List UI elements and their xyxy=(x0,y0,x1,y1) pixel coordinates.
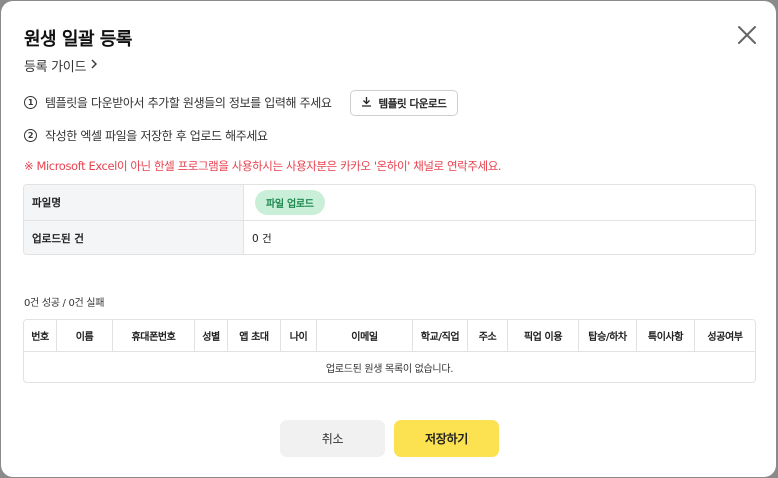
step-number: 2 xyxy=(24,129,37,142)
modal-title: 원생 일괄 등록 xyxy=(24,29,132,50)
cancel-button[interactable]: 취소 xyxy=(280,420,385,457)
step-2: 2 작성한 엑셀 파일을 저장한 후 업로드 해주세요 xyxy=(24,127,268,144)
student-table: 번호 이름 휴대폰번호 성별 앱 초대 나이 이메일 학교/직업 주소 픽업 이… xyxy=(23,319,756,383)
uploaded-count-label: 업로드된 건 xyxy=(24,221,244,254)
column-header: 나이 xyxy=(281,320,317,351)
download-icon xyxy=(361,96,372,110)
result-summary: 0건 성공 / 0건 실패 xyxy=(24,298,105,309)
column-header: 번호 xyxy=(24,320,57,351)
empty-table-message: 업로드된 원생 목록이 없습니다. xyxy=(325,363,454,375)
file-info-table: 파일명 파일 업로드 업로드된 건 0 건 xyxy=(23,184,756,255)
column-header: 앱 초대 xyxy=(228,320,281,351)
column-header: 이름 xyxy=(57,320,113,351)
column-header: 특이사항 xyxy=(637,320,695,351)
registration-guide-link[interactable]: 등록 가이드 xyxy=(24,56,98,75)
column-header: 주소 xyxy=(468,320,508,351)
table-header-row: 번호 이름 휴대폰번호 성별 앱 초대 나이 이메일 학교/직업 주소 픽업 이… xyxy=(24,320,755,352)
file-name-label: 파일명 xyxy=(24,185,244,220)
step-number: 1 xyxy=(24,96,37,109)
column-header: 탑승/하차 xyxy=(579,320,637,351)
column-header: 이메일 xyxy=(317,320,413,351)
column-header: 픽업 이용 xyxy=(508,320,579,351)
hancell-notice: ※ Microsoft Excel이 아닌 한셀 프로그램을 사용하시는 사용자… xyxy=(24,159,502,173)
step-1: 1 템플릿을 다운받아서 추가할 원생들의 정보를 입력해 주세요 xyxy=(24,94,332,111)
template-download-button[interactable]: 템플릿 다운로드 xyxy=(350,90,458,116)
save-button[interactable]: 저장하기 xyxy=(394,420,499,457)
column-header: 학교/직업 xyxy=(413,320,468,351)
column-header: 성별 xyxy=(195,320,228,351)
guide-label: 등록 가이드 xyxy=(24,60,87,75)
file-upload-button[interactable]: 파일 업로드 xyxy=(255,190,325,215)
chevron-right-icon xyxy=(90,58,98,73)
column-header: 휴대폰번호 xyxy=(113,320,195,351)
file-name-row: 파일명 파일 업로드 xyxy=(24,185,755,220)
uploaded-count-value: 0 건 xyxy=(252,232,272,245)
step-text: 템플릿을 다운받아서 추가할 원생들의 정보를 입력해 주세요 xyxy=(45,96,332,110)
step-text: 작성한 엑셀 파일을 저장한 후 업로드 해주세요 xyxy=(45,129,268,143)
column-header: 성공여부 xyxy=(707,332,743,343)
bulk-register-modal: 원생 일괄 등록 등록 가이드 1 템플릿을 다운받아서 추가할 원생들의 정보… xyxy=(1,1,776,477)
template-download-label: 템플릿 다운로드 xyxy=(378,97,447,110)
close-icon[interactable] xyxy=(735,23,759,47)
uploaded-count-row: 업로드된 건 0 건 xyxy=(24,220,755,254)
